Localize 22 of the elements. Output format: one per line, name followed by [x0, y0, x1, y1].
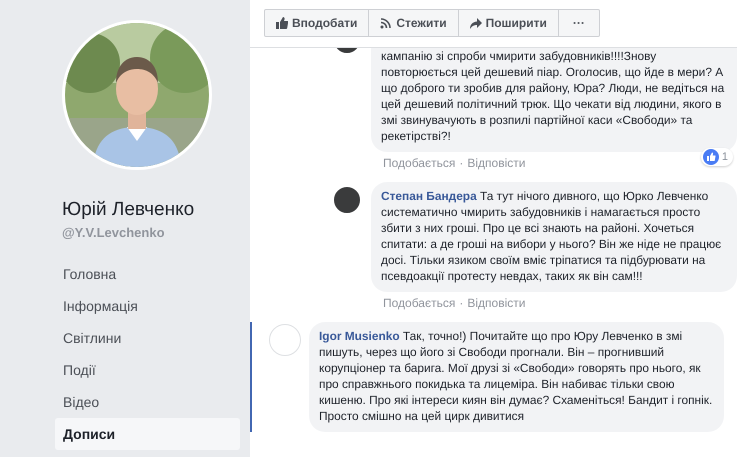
share-button[interactable]: Поширити [458, 10, 559, 36]
like-button[interactable]: Вподобати [265, 10, 370, 36]
profile-name: Юрій Левченко [62, 199, 196, 221]
nav-item[interactable]: Події [55, 354, 240, 386]
share-arrow-icon [470, 18, 482, 28]
more-button[interactable]: ··· [558, 10, 599, 36]
comment-text: Степан Бандера Та тут нічого дивного, що Юрко Левченко систематично чмирить забудовників і намагається просто збити з них гроші. Про це всі знають на районі. Хочеться спитати: а де гроші на вибори у нього? Він же ніде не працює досі. Тільки язиком своїм вміє тріпатися та підбурювати на псевдоакції протесту невдах, таких як він сам!!! [381, 188, 722, 284]
separator-dot: · [459, 296, 464, 310]
nav-item[interactable]: Відео [55, 386, 240, 418]
follow-button[interactable]: Стежити [369, 10, 459, 36]
separator-dot: · [459, 156, 464, 170]
author-link[interactable]: Igor Musienko [319, 329, 400, 343]
rss-icon [380, 17, 392, 29]
comment-text: кампанію зі спроби чмирити забудовників!!!!Знову повторюється цей дешевий піар. Оголосив, що йде в мери? А що доброго ти зробив для району, Юра? Люди, не ведіться на цей дешевий політичний трюк. Що чекати від людини, якого в змі звинувачують в розпилі партійної каси «Свободи» та рекетірстві?! [381, 48, 726, 144]
author-link[interactable]: Степан Бандера [381, 189, 477, 203]
comment-text: Igor Musienko Так, точно!) Почитайте що про Юру Левченко в змі пишуть, через що його зі Свободи прогнали. Він – прогнивший корупціонер та барига. Мої друзі зі «Свободи» говорять про нього, як про справжнього покидька та лицеміра. Він набиває тільки свою кишеню. Про які інтереси киян він думає? Схаменіться! Бандит і гопнік. Просто смішно на цей цирк дивитися [319, 328, 714, 424]
nav-item[interactable]: Інформація [55, 290, 240, 322]
nav-item[interactable]: Головна [55, 258, 240, 290]
like-icon [702, 149, 719, 165]
nav-item[interactable]: Дописи [55, 418, 240, 450]
thumbs-up-icon [276, 17, 288, 29]
nav-item[interactable]: Світлини [55, 322, 240, 354]
